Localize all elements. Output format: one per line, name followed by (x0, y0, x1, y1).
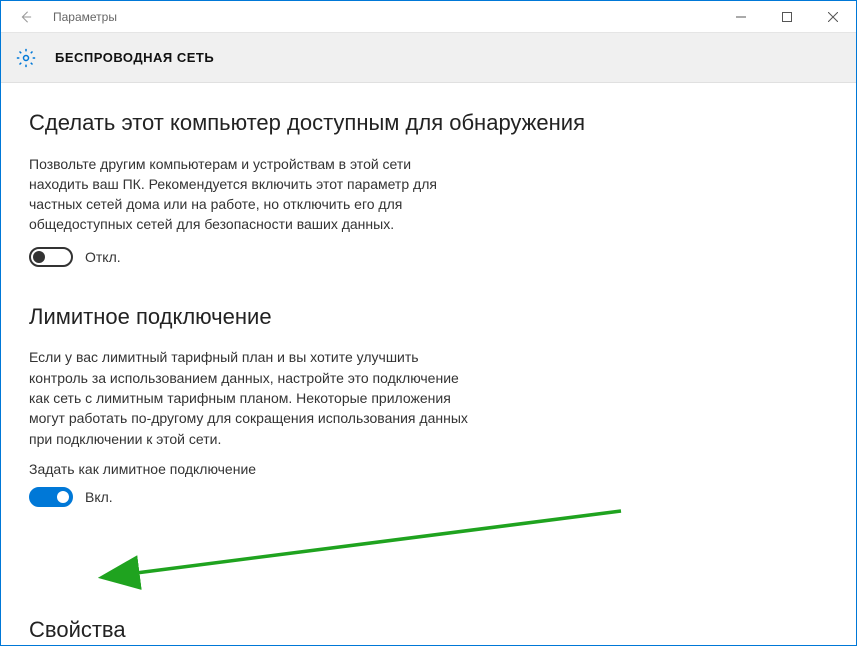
discovery-description: Позвольте другим компьютерам и устройств… (29, 154, 469, 235)
back-button[interactable] (9, 1, 41, 33)
gear-icon (15, 47, 37, 69)
discovery-heading: Сделать этот компьютер доступным для обн… (29, 109, 828, 138)
metered-toggle[interactable] (29, 487, 73, 507)
metered-sub-label: Задать как лимитное подключение (29, 461, 828, 477)
close-button[interactable] (810, 1, 856, 33)
properties-heading: Свойства (29, 616, 126, 645)
minimize-button[interactable] (718, 1, 764, 33)
window-title: Параметры (53, 10, 117, 24)
discovery-toggle[interactable] (29, 247, 73, 267)
content-area: Сделать этот компьютер доступным для обн… (1, 83, 856, 507)
close-icon (828, 12, 838, 22)
maximize-icon (782, 12, 792, 22)
metered-description: Если у вас лимитный тарифный план и вы х… (29, 347, 469, 448)
page-title: БЕСПРОВОДНАЯ СЕТЬ (55, 50, 214, 65)
metered-toggle-label: Вкл. (85, 489, 113, 505)
minimize-icon (736, 12, 746, 22)
window-controls (718, 1, 856, 33)
metered-heading: Лимитное подключение (29, 303, 828, 332)
titlebar: Параметры (1, 1, 856, 33)
page-header: БЕСПРОВОДНАЯ СЕТЬ (1, 33, 856, 83)
back-arrow-icon (18, 10, 32, 24)
discovery-toggle-label: Откл. (85, 249, 121, 265)
discovery-toggle-row: Откл. (29, 247, 828, 267)
metered-toggle-row: Вкл. (29, 487, 828, 507)
maximize-button[interactable] (764, 1, 810, 33)
